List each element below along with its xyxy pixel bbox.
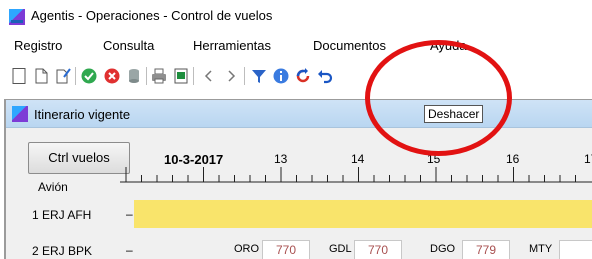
child-window-title: Itinerario vigente [34, 107, 131, 122]
menu-consulta[interactable]: Consulta [103, 38, 154, 53]
highlight-ellipse [365, 40, 512, 156]
row-dash: – [126, 207, 133, 221]
flight-number: 770 [262, 240, 310, 259]
info-icon[interactable] [272, 67, 290, 85]
window-title: Agentis - Operaciones - Control de vuelo… [31, 8, 273, 23]
new-document-icon[interactable] [10, 67, 28, 85]
toolbar-separator [193, 67, 194, 85]
toolbar-separator [244, 67, 245, 85]
flight-bar[interactable] [134, 200, 592, 228]
cancel-icon[interactable] [103, 67, 121, 85]
undo-icon[interactable] [316, 67, 334, 85]
airport-code: GDL [329, 243, 352, 255]
title-bar: Agentis - Operaciones - Control de vuelo… [0, 0, 592, 30]
accept-icon[interactable] [80, 67, 98, 85]
menu-registro[interactable]: Registro [14, 38, 62, 53]
menu-documentos[interactable]: Documentos [313, 38, 386, 53]
toolbar-separator [75, 67, 76, 85]
flight-number: 779 [462, 240, 510, 259]
agentis-logo-icon [12, 106, 28, 122]
airport-code: DGO [430, 243, 456, 255]
column-header-avion: Avión [38, 180, 68, 194]
excel-export-icon[interactable] [172, 67, 190, 85]
agentis-logo-icon [9, 9, 25, 25]
next-icon[interactable] [222, 67, 240, 85]
hour-label: 17 [584, 152, 592, 166]
timeline-date: 10-3-2017 [164, 152, 224, 167]
filter-icon[interactable] [250, 67, 268, 85]
hour-label: 14 [351, 152, 365, 166]
airport-code: ORO [234, 243, 260, 255]
airport-code: MTY [529, 243, 553, 255]
ruler-ticks [125, 167, 576, 182]
toolbar-separator [146, 67, 147, 85]
database-icon[interactable] [125, 67, 143, 85]
edit-document-icon[interactable] [54, 67, 72, 85]
hour-label: 16 [506, 152, 520, 166]
row-label[interactable]: 1 ERJ AFH [32, 208, 91, 222]
flight-number: 770 [354, 240, 402, 259]
ctrl-vuelos-button[interactable]: Ctrl vuelos [28, 142, 130, 174]
open-document-icon[interactable] [32, 67, 50, 85]
refresh-icon[interactable] [294, 67, 312, 85]
flight-number [559, 240, 592, 259]
menu-bar: Registro Consulta Herramientas Documento… [0, 34, 592, 54]
print-icon[interactable] [150, 67, 168, 85]
row-label[interactable]: 2 ERJ BPK [32, 244, 92, 258]
row-dash: – [126, 243, 133, 257]
menu-herramientas[interactable]: Herramientas [193, 38, 271, 53]
previous-icon[interactable] [200, 67, 218, 85]
hour-label: 13 [274, 152, 288, 166]
